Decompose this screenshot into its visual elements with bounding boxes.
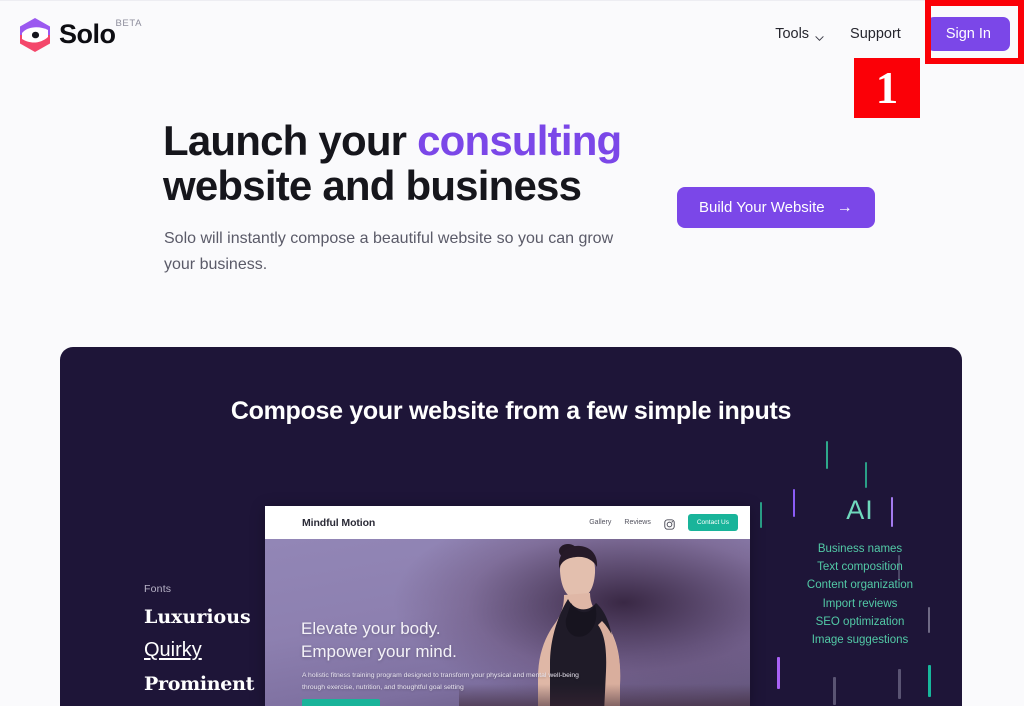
brand-name: Solo	[59, 19, 116, 49]
decorative-tick	[898, 669, 901, 699]
hero-title-part2: website and business	[163, 162, 582, 209]
nav-item-support[interactable]: Support	[837, 26, 914, 42]
mockup-nav-reviews[interactable]: Reviews	[624, 519, 650, 526]
hero-subtitle: Solo will instantly compose a beautiful …	[164, 230, 614, 273]
decorative-tick	[928, 665, 931, 697]
mockup-nav-right: Gallery Reviews Contact Us	[589, 514, 738, 531]
ai-feature-item: Content organization	[806, 579, 914, 592]
page-title: Launch your consulting website and busin…	[163, 118, 723, 208]
mockup-hero-button[interactable]	[302, 699, 380, 706]
nav-item-tools[interactable]: Tools	[762, 26, 837, 42]
decorative-tick	[826, 441, 828, 469]
sign-in-button[interactable]: Sign In	[926, 17, 1010, 51]
ai-feature-item: SEO optimization	[815, 615, 905, 628]
feature-panel: Compose your website from a few simple i…	[60, 347, 962, 706]
mockup-paragraph: A holistic fitness training program desi…	[302, 672, 579, 691]
mockup-hero: Elevate your body. Empower your mind. A …	[265, 539, 750, 706]
ai-heading: AI	[846, 495, 874, 525]
hero-title-accent: consulting	[417, 117, 622, 164]
page-root: Solo BETA Tools Support Sign In Launch y…	[0, 0, 1024, 706]
mockup-headline-line1: Elevate your body.	[301, 619, 441, 638]
ai-feature-item: Image suggestions	[811, 634, 909, 647]
brand-beta-badge: BETA	[115, 18, 143, 29]
feature-panel-title: Compose your website from a few simple i…	[230, 397, 792, 425]
decorative-tick	[777, 657, 780, 689]
nav-item-support-label: Support	[850, 26, 901, 42]
mockup-headline-line2: Empower your mind.	[301, 642, 457, 661]
arrow-right-icon: →	[836, 198, 853, 216]
nav-item-tools-label: Tools	[775, 26, 810, 42]
ai-feature-item: Text composition	[817, 561, 903, 574]
decorative-tick	[833, 677, 836, 705]
website-mockup-preview: Mindful Motion Gallery Reviews Contact U…	[265, 506, 750, 706]
decorative-tick	[865, 462, 867, 488]
annotation-step-badge: 1	[854, 58, 920, 118]
hero-title-part1: Launch your	[163, 117, 418, 164]
chevron-down-icon	[815, 31, 824, 41]
ai-feature-item: Business names	[817, 543, 903, 555]
mockup-contact-us-button[interactable]: Contact Us	[687, 514, 738, 531]
ai-feature-list: AI Business names Text composition Conte…	[760, 495, 960, 649]
solo-hexagon-logo-icon	[18, 17, 52, 53]
mockup-nav-gallery[interactable]: Gallery	[589, 519, 611, 526]
instagram-icon[interactable]	[664, 517, 675, 530]
site-header: Solo BETA Tools Support Sign In	[0, 0, 1024, 66]
cta-label: Build Your Website	[699, 199, 825, 216]
build-your-website-button[interactable]: Build Your Website →	[677, 187, 875, 228]
brand-logo[interactable]: Solo BETA	[18, 17, 142, 53]
mockup-brand-name: Mindful Motion	[302, 516, 376, 529]
mockup-headline: Elevate your body. Empower your mind.	[301, 617, 457, 663]
mockup-navbar: Mindful Motion Gallery Reviews Contact U…	[265, 506, 750, 539]
ai-feature-item: Import reviews	[822, 597, 898, 610]
